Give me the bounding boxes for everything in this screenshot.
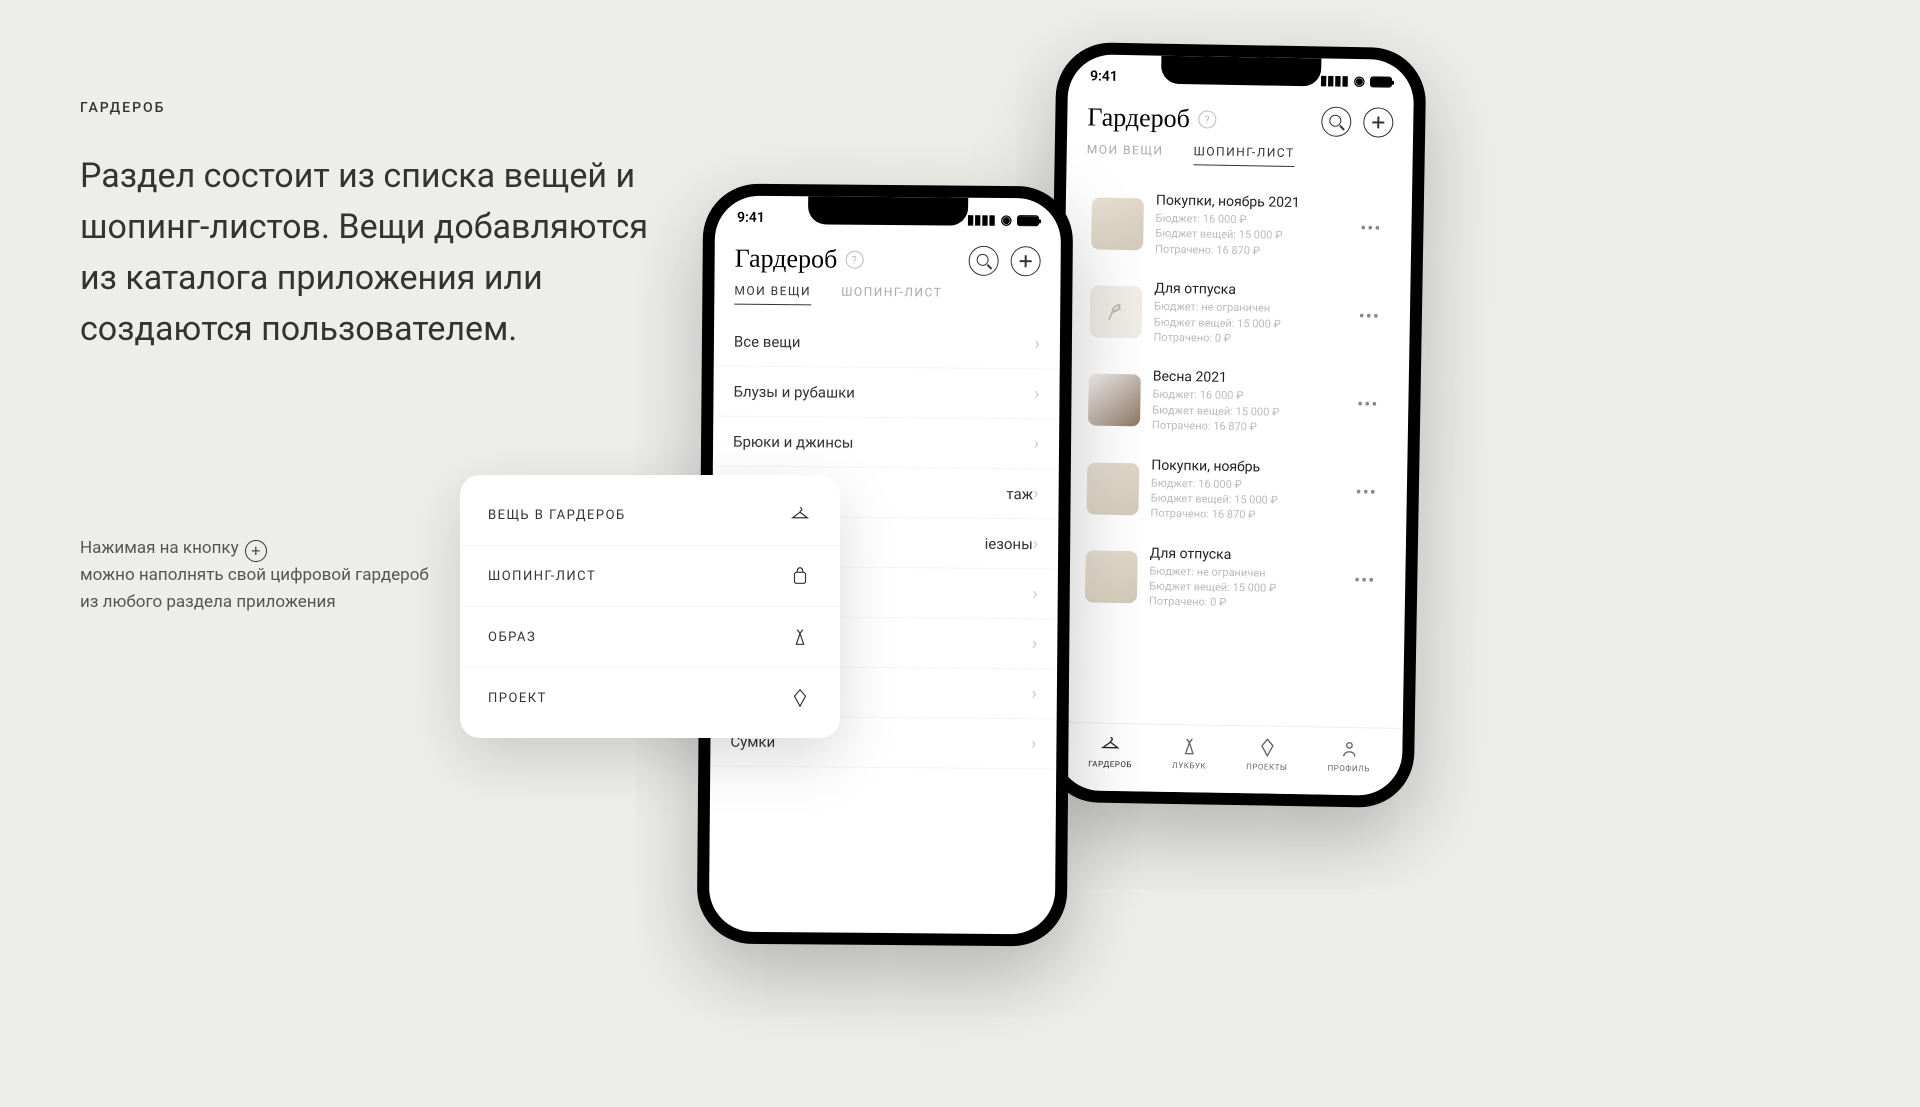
tabbar-projects[interactable]: ПРОЕКТЫ	[1246, 736, 1288, 772]
more-icon[interactable]: •••	[1356, 218, 1386, 240]
card-thumbnail	[1088, 374, 1141, 427]
card-info: Для отпускаБюджет: не ограниченБюджет ве…	[1149, 545, 1339, 612]
popup-item-wardrobe[interactable]: ВЕЩЬ В ГАРДЕРОБ	[460, 485, 840, 546]
tab-my-items[interactable]: МОИ ВЕЩИ	[1087, 142, 1164, 164]
status-time: 9:41	[1090, 68, 1118, 84]
card-spent: Потрачено: 0 ₽	[1153, 330, 1342, 349]
card-title: Для отпуска	[1154, 281, 1343, 300]
phone-notch	[808, 196, 968, 225]
card-spent: Потрачено: 16 870 ₽	[1155, 241, 1344, 260]
profile-icon	[1338, 738, 1360, 760]
shopping-list: Покупки, ноябрь 2021Бюджет: 16 000 ₽Бюдж…	[1059, 183, 1413, 622]
help-icon[interactable]: ?	[1198, 110, 1216, 128]
add-menu-popup: ВЕЩЬ В ГАРДЕРОБ ШОПИНГ-ЛИСТ ОБРАЗ ПРОЕКТ	[460, 475, 840, 738]
chevron-right-icon: ›	[1032, 583, 1038, 604]
tab-my-items[interactable]: МОИ ВЕЩИ	[734, 284, 811, 306]
status-icons: ▮▮▮▮ ◉	[1320, 73, 1392, 89]
diamond-icon	[1256, 736, 1278, 758]
shopping-card[interactable]: Покупки, ноябрьБюджет: 16 000 ₽Бюджет ве…	[1072, 448, 1395, 534]
wifi-icon: ◉	[1001, 212, 1012, 227]
tab-shopping-list[interactable]: ШОПИНГ-ЛИСТ	[1193, 144, 1295, 167]
hanger-icon	[788, 503, 812, 527]
tabbar-profile[interactable]: ПРОФИЛЬ	[1327, 738, 1370, 774]
card-spent: Потрачено: 16 870 ₽	[1152, 418, 1341, 437]
dress-icon	[788, 625, 812, 649]
popup-item-look[interactable]: ОБРАЗ	[460, 607, 840, 668]
card-thumbnail	[1086, 462, 1139, 515]
status-time: 9:41	[737, 210, 765, 226]
card-info: Покупки, ноябрь 2021Бюджет: 16 000 ₽Бюдж…	[1155, 193, 1345, 260]
tabbar-wardrobe[interactable]: ГАРДЕРОБ	[1088, 733, 1132, 769]
status-icons: ▮▮▮▮ ◉	[967, 212, 1039, 228]
plus-icon-inline: +	[245, 540, 267, 562]
card-info: Для отпускаБюджет: не ограниченБюджет ве…	[1153, 281, 1343, 348]
card-title: Покупки, ноябрь 2021	[1156, 193, 1345, 212]
shopping-card[interactable]: Для отпускаБюджет: не ограниченБюджет ве…	[1071, 536, 1394, 622]
card-spent: Потрачено: 0 ₽	[1149, 594, 1338, 613]
chevron-right-icon: ›	[1034, 383, 1040, 404]
chevron-right-icon: ›	[1032, 633, 1038, 654]
section-headline: Раздел состоит из списка вещей и шопинг-…	[80, 151, 680, 355]
caption-line1: Нажимая на кнопку	[80, 538, 239, 558]
shopping-card[interactable]: Для отпускаБюджет: не ограниченБюджет ве…	[1075, 271, 1398, 357]
battery-icon	[1370, 76, 1392, 87]
card-title: Для отпуска	[1150, 545, 1339, 564]
add-button[interactable]	[1011, 246, 1041, 276]
card-thumbnail	[1085, 550, 1138, 603]
card-info: Весна 2021Бюджет: 16 000 ₽Бюджет вещей: …	[1152, 369, 1342, 436]
hanger-icon	[1099, 734, 1121, 756]
add-button[interactable]	[1363, 107, 1394, 138]
list-item[interactable]: Брюки и джинсы›	[713, 416, 1059, 469]
section-eyebrow: ГАРДЕРОБ	[80, 100, 680, 116]
caption-text: Нажимая на кнопку + можно наполнять свой…	[80, 535, 440, 617]
more-icon[interactable]: •••	[1354, 306, 1384, 328]
tabbar-lookbook[interactable]: ЛУКБУК	[1172, 735, 1207, 771]
card-title: Покупки, ноябрь	[1151, 457, 1340, 476]
battery-icon	[1017, 215, 1039, 226]
signal-icon: ▮▮▮▮	[967, 212, 996, 227]
phone-notch	[1161, 56, 1321, 87]
card-spent: Потрачено: 16 870 ₽	[1150, 506, 1339, 525]
help-icon[interactable]: ?	[845, 251, 863, 269]
wifi-icon: ◉	[1354, 74, 1366, 89]
chevron-right-icon: ›	[1033, 483, 1039, 504]
bottom-tabbar: ГАРДЕРОБ ЛУКБУК ПРОЕКТЫ ПРОФИЛЬ	[1056, 722, 1403, 796]
more-icon[interactable]: •••	[1350, 570, 1380, 592]
chevron-right-icon: ›	[1033, 533, 1039, 554]
card-thumbnail	[1091, 198, 1144, 251]
diamond-icon	[788, 686, 812, 710]
chevron-right-icon: ›	[1034, 333, 1040, 354]
list-item[interactable]: Блузы и рубашки›	[713, 366, 1059, 419]
search-button[interactable]	[969, 246, 999, 276]
card-info: Покупки, ноябрьБюджет: 16 000 ₽Бюджет ве…	[1150, 457, 1340, 524]
more-icon[interactable]: •••	[1353, 394, 1383, 416]
chevron-right-icon: ›	[1031, 733, 1037, 754]
tab-shopping-list[interactable]: ШОПИНГ-ЛИСТ	[841, 285, 942, 307]
search-button[interactable]	[1321, 106, 1352, 137]
list-item[interactable]: Все вещи›	[714, 316, 1060, 369]
card-thumbnail	[1090, 286, 1143, 339]
dress-icon	[1178, 735, 1200, 757]
page-title: Гардероб	[735, 244, 838, 275]
caption-rest: можно наполнять свой цифровой гардероб и…	[80, 565, 429, 612]
popup-item-shopping[interactable]: ШОПИНГ-ЛИСТ	[460, 546, 840, 607]
chevron-right-icon: ›	[1034, 433, 1040, 454]
chevron-right-icon: ›	[1031, 683, 1037, 704]
popup-item-project[interactable]: ПРОЕКТ	[460, 668, 840, 728]
bag-icon	[788, 564, 812, 588]
page-title: Гардероб	[1087, 102, 1190, 134]
shopping-card[interactable]: Покупки, ноябрь 2021Бюджет: 16 000 ₽Бюдж…	[1077, 183, 1400, 269]
signal-icon: ▮▮▮▮	[1320, 73, 1349, 88]
phone-mockup-shopping: 9:41 ▮▮▮▮ ◉ Гардероб ? МОИ ВЕЩИ ШОПИНГ-Л…	[1043, 42, 1426, 808]
card-title: Весна 2021	[1153, 369, 1342, 388]
shopping-card[interactable]: Весна 2021Бюджет: 16 000 ₽Бюджет вещей: …	[1074, 360, 1397, 446]
more-icon[interactable]: •••	[1351, 482, 1381, 504]
